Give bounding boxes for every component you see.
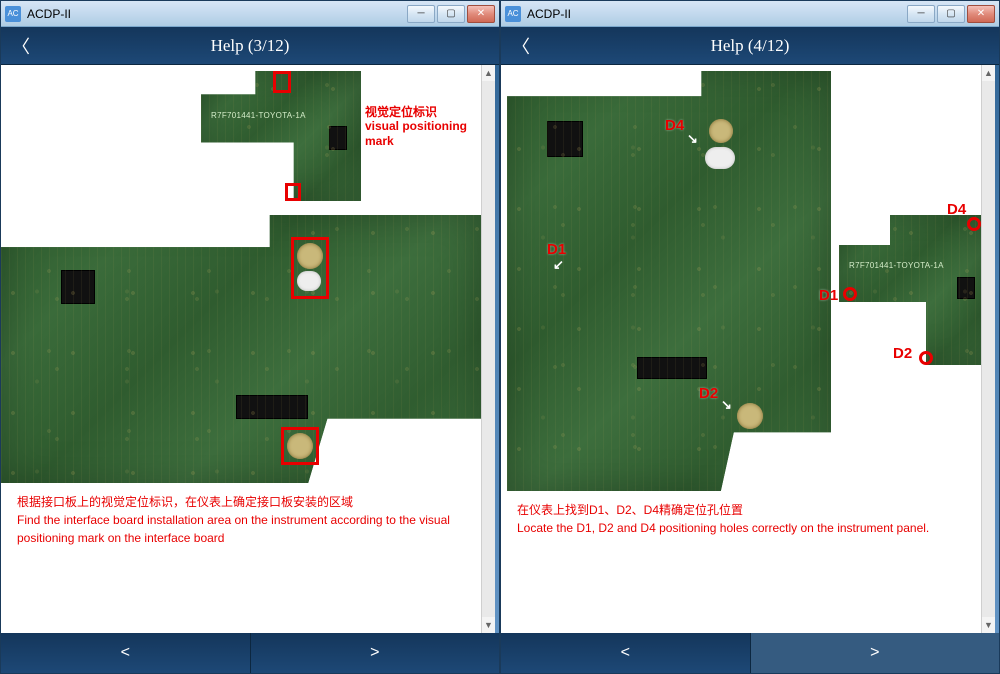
scroll-down-icon[interactable]: ▼ [982,617,995,633]
arrow-d1: ↙ [553,257,564,273]
back-icon[interactable]: 〈 [1,33,41,59]
vp-mark-label: 视觉定位标识 visual positioning mark [365,105,495,148]
next-button[interactable]: > [751,633,1000,673]
app-header: 〈 Help (4/12) [501,27,999,65]
diagram: D4 ↘ D1 ↙ D2 ↘ R7F701441-TOYOTA-1A D4 D1… [501,65,995,545]
app-icon: AC [505,6,521,22]
scroll-up-icon[interactable]: ▲ [982,65,995,81]
app-header: 〈 Help (3/12) [1,27,499,65]
content-area: R7F701441-TOYOTA-1A 视觉定位标识 visual positi… [1,65,495,633]
hole-d4-white [705,147,735,169]
close-button[interactable]: ✕ [467,5,495,23]
scrollbar[interactable]: ▲ ▼ [481,65,495,633]
minimize-button[interactable]: ─ [407,5,435,23]
maximize-button[interactable]: ▢ [937,5,965,23]
scroll-up-icon[interactable]: ▲ [482,65,495,81]
content-area: D4 ↘ D1 ↙ D2 ↘ R7F701441-TOYOTA-1A D4 D1… [501,65,995,633]
mark-d4-small [967,217,981,231]
titlebar[interactable]: AC ACDP-II ─ ▢ ✕ [1,1,499,27]
minimize-button[interactable]: ─ [907,5,935,23]
page-title: Help (4/12) [501,36,999,56]
label-d1-small: D1 [819,287,838,305]
mark-box-top [273,71,291,93]
caption-en: Locate the D1, D2 and D4 positioning hol… [517,519,979,537]
caption-cn: 根据接口板上的视觉定位标识，在仪表上确定接口板安装的区域 [17,493,479,511]
hole-d2 [737,403,763,429]
instrument-board [1,215,481,483]
scrollbar[interactable]: ▲ ▼ [981,65,995,633]
prev-button[interactable]: < [501,633,751,673]
window-right: AC ACDP-II ─ ▢ ✕ 〈 Help (4/12) D4 ↘ D1 ↙ [500,0,1000,674]
caption: 根据接口板上的视觉定位标识，在仪表上确定接口板安装的区域 Find the in… [17,493,479,547]
label-d2: D2 [699,385,718,403]
prev-button[interactable]: < [1,633,251,673]
window-controls: ─ ▢ ✕ [907,5,995,23]
arrow-d2: ↘ [721,397,732,413]
arrow-d4: ↘ [687,131,698,147]
board-label: R7F701441-TOYOTA-1A [211,111,306,120]
label-d4-small: D4 [947,201,966,219]
titlebar[interactable]: AC ACDP-II ─ ▢ ✕ [501,1,999,27]
mark-d2-small [919,351,933,365]
back-icon[interactable]: 〈 [501,33,541,59]
mark-box-upper [291,237,329,299]
caption-cn: 在仪表上找到D1、D2、D4精确定位孔位置 [517,501,979,519]
mark-d1-small [843,287,857,301]
window-controls: ─ ▢ ✕ [407,5,495,23]
mark-box-lower [281,427,319,465]
page-title: Help (3/12) [1,36,499,56]
footer-nav: < > [501,633,999,673]
label-d2-small: D2 [893,345,912,363]
footer-nav: < > [1,633,499,673]
scroll-down-icon[interactable]: ▼ [482,617,495,633]
board-label: R7F701441-TOYOTA-1A [849,261,944,270]
interface-board: R7F701441-TOYOTA-1A [839,215,989,365]
window-left: AC ACDP-II ─ ▢ ✕ 〈 Help (3/12) R7F701441… [0,0,500,674]
window-title: ACDP-II [527,7,907,21]
caption-en: Find the interface board installation ar… [17,511,479,547]
next-button[interactable]: > [251,633,500,673]
caption: 在仪表上找到D1、D2、D4精确定位孔位置 Locate the D1, D2 … [517,501,979,537]
diagram: R7F701441-TOYOTA-1A 视觉定位标识 visual positi… [1,65,495,545]
close-button[interactable]: ✕ [967,5,995,23]
window-title: ACDP-II [27,7,407,21]
mark-box-mid [285,183,301,201]
app-icon: AC [5,6,21,22]
maximize-button[interactable]: ▢ [437,5,465,23]
label-d4: D4 [665,117,684,135]
hole-d4 [709,119,733,143]
